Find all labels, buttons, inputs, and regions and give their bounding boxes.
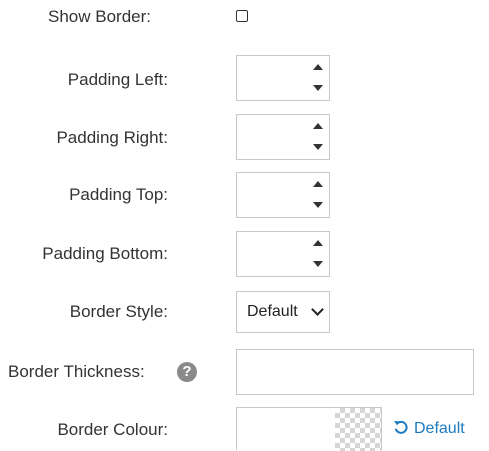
padding-left-input[interactable] — [237, 56, 305, 100]
padding-top-spin-buttons — [305, 173, 329, 217]
padding-right-spin-buttons — [305, 115, 329, 159]
padding-left-label: Padding Left: — [67, 70, 168, 89]
border-thickness-input[interactable] — [236, 349, 474, 395]
padding-left-spin-buttons — [305, 56, 329, 100]
border-thickness-label: Border Thickness: — [8, 362, 145, 381]
padding-top-increment-icon[interactable] — [305, 173, 329, 195]
reset-default-label: Default — [414, 420, 465, 437]
transparent-swatch[interactable] — [335, 408, 381, 451]
padding-right-input[interactable] — [237, 115, 305, 159]
padding-top-stepper — [236, 172, 330, 218]
undo-icon — [394, 420, 408, 434]
show-border-checkbox[interactable] — [236, 10, 248, 22]
padding-right-increment-icon[interactable] — [305, 115, 329, 137]
padding-right-label: Padding Right: — [56, 128, 168, 147]
padding-bottom-spin-buttons — [305, 232, 329, 276]
padding-bottom-label: Padding Bottom: — [42, 244, 168, 263]
show-border-label: Show Border: — [48, 7, 151, 26]
padding-left-increment-icon[interactable] — [305, 56, 329, 78]
padding-bottom-increment-icon[interactable] — [305, 232, 329, 254]
border-style-selected-value: Default — [247, 303, 298, 320]
padding-top-decrement-icon[interactable] — [305, 195, 329, 217]
reset-default-button[interactable]: Default — [392, 418, 465, 440]
padding-top-input[interactable] — [237, 173, 305, 217]
padding-left-decrement-icon[interactable] — [305, 78, 329, 100]
border-colour-label: Border Colour: — [57, 420, 168, 439]
question-circle-icon[interactable]: ? — [177, 362, 197, 382]
padding-right-decrement-icon[interactable] — [305, 137, 329, 159]
padding-top-label: Padding Top: — [69, 185, 168, 204]
padding-bottom-stepper — [236, 231, 330, 277]
padding-bottom-input[interactable] — [237, 232, 305, 276]
padding-left-stepper — [236, 55, 330, 101]
chevron-down-icon — [311, 303, 324, 316]
border-style-label: Border Style: — [69, 302, 168, 321]
padding-right-stepper — [236, 114, 330, 160]
border-colour-picker[interactable] — [236, 407, 382, 451]
padding-bottom-decrement-icon[interactable] — [305, 254, 329, 276]
border-style-select[interactable]: Default — [236, 291, 330, 333]
